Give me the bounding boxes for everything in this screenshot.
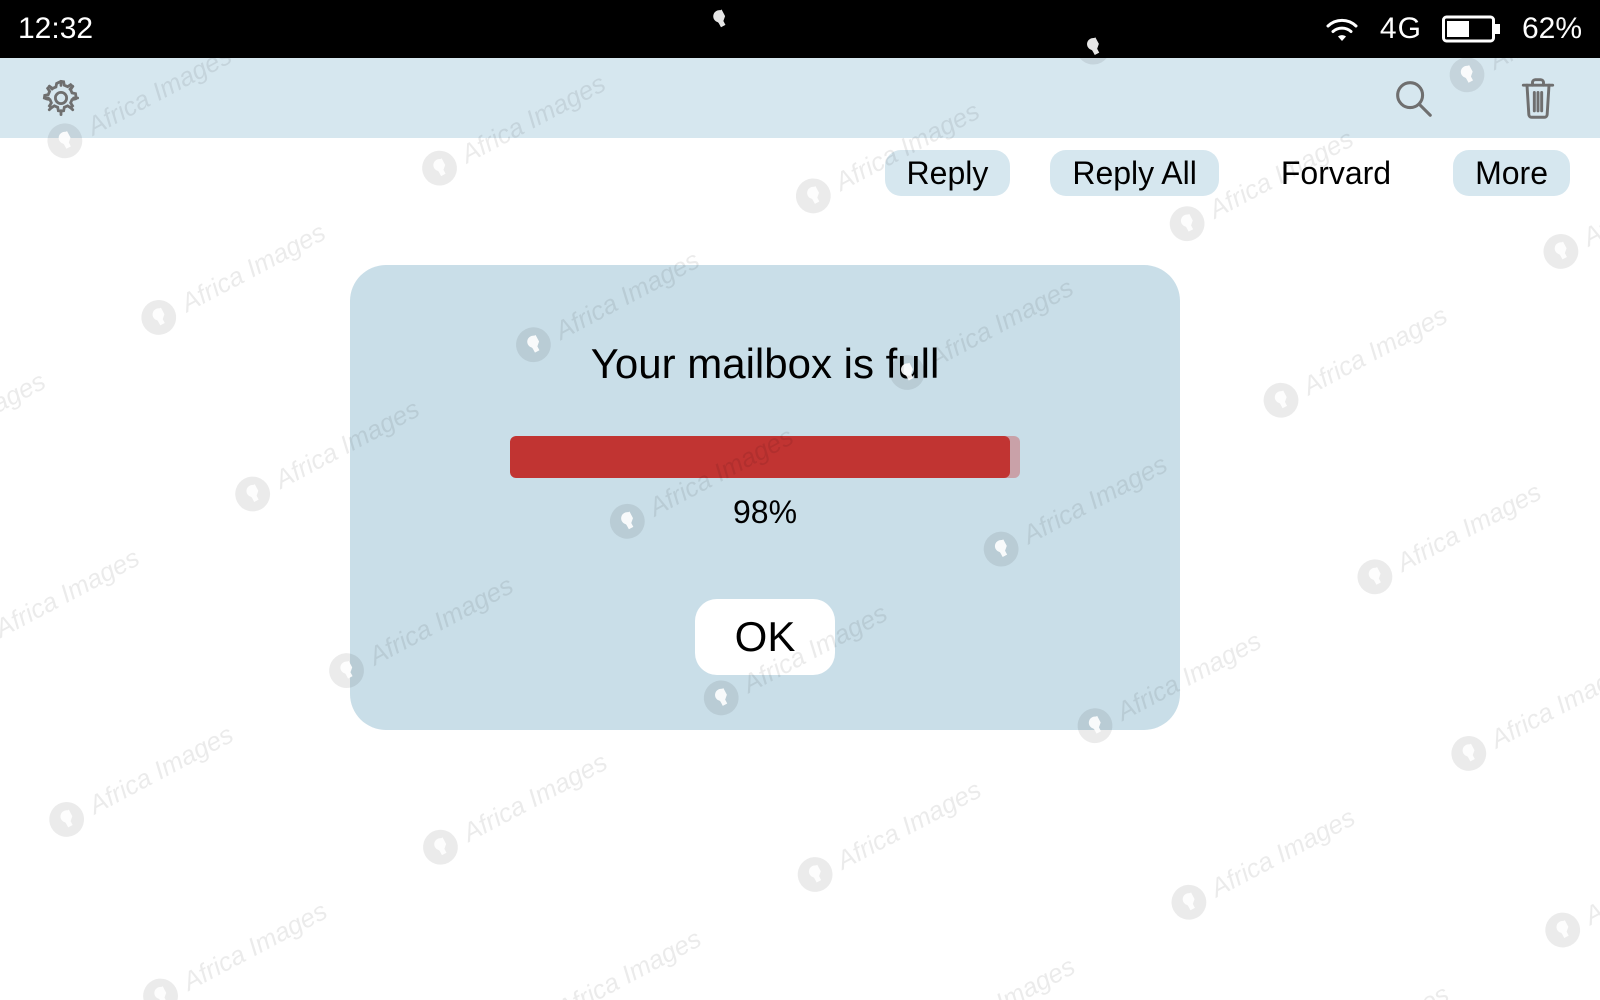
reply-all-button[interactable]: Reply All (1050, 150, 1219, 196)
watermark-item: Africa Images (789, 771, 988, 901)
watermark-item: Africa Images (509, 920, 708, 1000)
mailbox-full-dialog: Your mailbox is full 98% OK (350, 265, 1180, 730)
forward-button[interactable]: Forvard (1259, 150, 1413, 196)
ok-button[interactable]: OK (695, 599, 836, 675)
watermark-item: Africa Images (1163, 798, 1362, 928)
message-actions: Reply Reply All Forvard More (885, 150, 1570, 196)
status-bar: 12:32 4G 62% (0, 0, 1600, 58)
storage-progress-label: 98% (733, 494, 797, 531)
storage-progress-bar (510, 436, 1020, 478)
battery-icon (1442, 14, 1502, 44)
search-icon[interactable] (1390, 75, 1436, 121)
watermark-item: Africa Images (1537, 826, 1600, 956)
watermark-item: Africa Images (135, 892, 334, 1000)
watermark-item: Africa Images (0, 362, 52, 492)
watermark-item: Africa Images (133, 213, 332, 343)
app-toolbar (0, 58, 1600, 138)
watermark-item: Africa Images (1349, 473, 1548, 603)
battery-percent: 62% (1522, 12, 1582, 46)
network-label: 4G (1380, 12, 1422, 46)
trash-icon[interactable] (1516, 73, 1560, 123)
watermark-item: Africa Images (1257, 975, 1456, 1000)
watermark-item: Africa Images (0, 539, 146, 669)
storage-progress-fill (510, 436, 1010, 478)
status-time: 12:32 (18, 12, 93, 46)
watermark-item: Africa Images (41, 715, 240, 845)
watermark-item: Africa Images (883, 947, 1082, 1000)
dialog-title: Your mailbox is full (591, 340, 940, 388)
watermark-item: Africa Images (415, 743, 614, 873)
gear-icon[interactable] (40, 77, 82, 119)
more-button[interactable]: More (1453, 150, 1570, 196)
watermark-item: Africa Images (1255, 296, 1454, 426)
wifi-icon (1324, 15, 1360, 43)
status-right: 4G 62% (1324, 12, 1582, 46)
reply-button[interactable]: Reply (885, 150, 1011, 196)
watermark-item: Africa Images (1443, 649, 1600, 779)
